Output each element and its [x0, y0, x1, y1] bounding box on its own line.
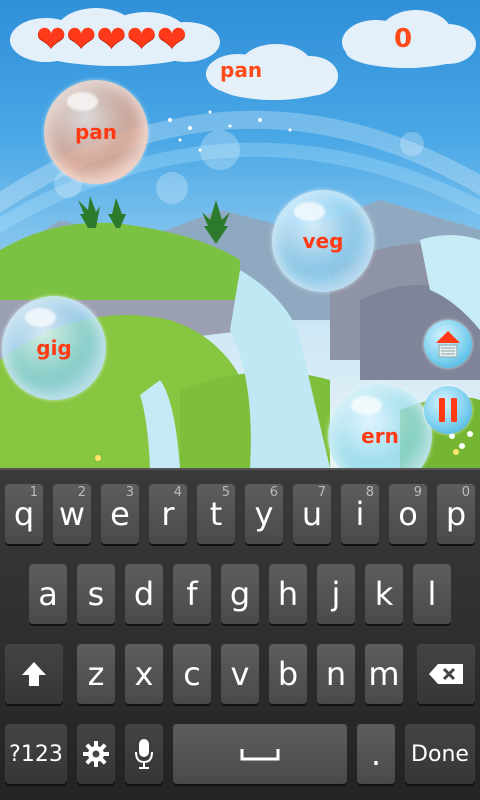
word-bubble-gig[interactable]: gig — [2, 296, 106, 400]
pause-button[interactable] — [424, 386, 472, 434]
key-q[interactable]: q1 — [5, 484, 43, 544]
key-m[interactable]: m — [365, 644, 403, 704]
key-hint: 3 — [125, 485, 134, 500]
key-l[interactable]: l — [413, 564, 451, 624]
home-icon — [436, 331, 460, 358]
key-i[interactable]: i8 — [341, 484, 379, 544]
heart-icon: ❤ — [96, 19, 127, 60]
bubble-shine — [66, 92, 99, 112]
bubble-word: pan — [74, 120, 118, 144]
bubble-word: veg — [302, 229, 344, 253]
key-r[interactable]: r4 — [149, 484, 187, 544]
key-c[interactable]: c — [173, 644, 211, 704]
symbols-key[interactable]: ?123 — [5, 724, 67, 784]
key-h[interactable]: h — [269, 564, 307, 624]
key-b[interactable]: b — [269, 644, 307, 704]
backspace-key[interactable] — [417, 644, 475, 704]
key-hint: 9 — [413, 485, 422, 500]
bubble-shine — [350, 396, 383, 416]
key-hint: 6 — [269, 485, 278, 500]
bubble-shine — [24, 308, 57, 328]
heart-icon: ❤ — [36, 19, 67, 60]
key-g[interactable]: g — [221, 564, 259, 624]
key-hint: 2 — [77, 485, 86, 500]
key-k[interactable]: k — [365, 564, 403, 624]
key-w[interactable]: w2 — [53, 484, 91, 544]
backspace-icon — [429, 664, 463, 684]
game-area: ❤ ❤ ❤ ❤ ❤ 0 pan pan veg gig ern — [0, 0, 480, 468]
bubble-word: ern — [361, 424, 399, 448]
key-hint: 0 — [461, 485, 470, 500]
microphone-icon — [135, 739, 153, 769]
key-y[interactable]: y6 — [245, 484, 283, 544]
key-hint: 4 — [173, 485, 182, 500]
key-hint: 5 — [221, 485, 230, 500]
key-s[interactable]: s — [77, 564, 115, 624]
shift-icon — [22, 662, 46, 686]
key-j[interactable]: j — [317, 564, 355, 624]
voice-input-key[interactable] — [125, 724, 163, 784]
home-button[interactable] — [424, 320, 472, 368]
key-z[interactable]: z — [77, 644, 115, 704]
bubble-shine — [294, 202, 326, 221]
key-f[interactable]: f — [173, 564, 211, 624]
lives-indicator: ❤ ❤ ❤ ❤ ❤ — [36, 22, 187, 58]
key-o[interactable]: o9 — [389, 484, 427, 544]
soft-keyboard: q1 w2 e3 r4 t5 y6 u7 i8 o9 p0 a s d f g … — [0, 468, 480, 800]
word-bubble-veg[interactable]: veg — [272, 190, 374, 292]
heart-icon: ❤ — [126, 19, 157, 60]
shift-key[interactable] — [5, 644, 63, 704]
space-icon — [240, 749, 280, 761]
pause-icon — [439, 398, 457, 422]
key-d[interactable]: d — [125, 564, 163, 624]
key-x[interactable]: x — [125, 644, 163, 704]
score-value: 0 — [394, 24, 413, 54]
period-key[interactable]: . — [357, 724, 395, 784]
heart-icon: ❤ — [66, 19, 97, 60]
word-bubble-pan[interactable]: pan — [44, 80, 148, 184]
key-hint: 8 — [365, 485, 374, 500]
key-e[interactable]: e3 — [101, 484, 139, 544]
key-hint: 1 — [29, 485, 38, 500]
heart-icon: ❤ — [156, 19, 187, 60]
bubble-word: gig — [36, 336, 72, 360]
key-n[interactable]: n — [317, 644, 355, 704]
space-key[interactable] — [173, 724, 347, 784]
key-p[interactable]: p0 — [437, 484, 475, 544]
settings-key[interactable] — [77, 724, 115, 784]
key-a[interactable]: a — [29, 564, 67, 624]
key-hint: 7 — [317, 485, 326, 500]
key-v[interactable]: v — [221, 644, 259, 704]
target-word: pan — [220, 58, 263, 82]
settings-icon — [83, 741, 109, 767]
done-key[interactable]: Done — [405, 724, 475, 784]
key-u[interactable]: u7 — [293, 484, 331, 544]
key-t[interactable]: t5 — [197, 484, 235, 544]
